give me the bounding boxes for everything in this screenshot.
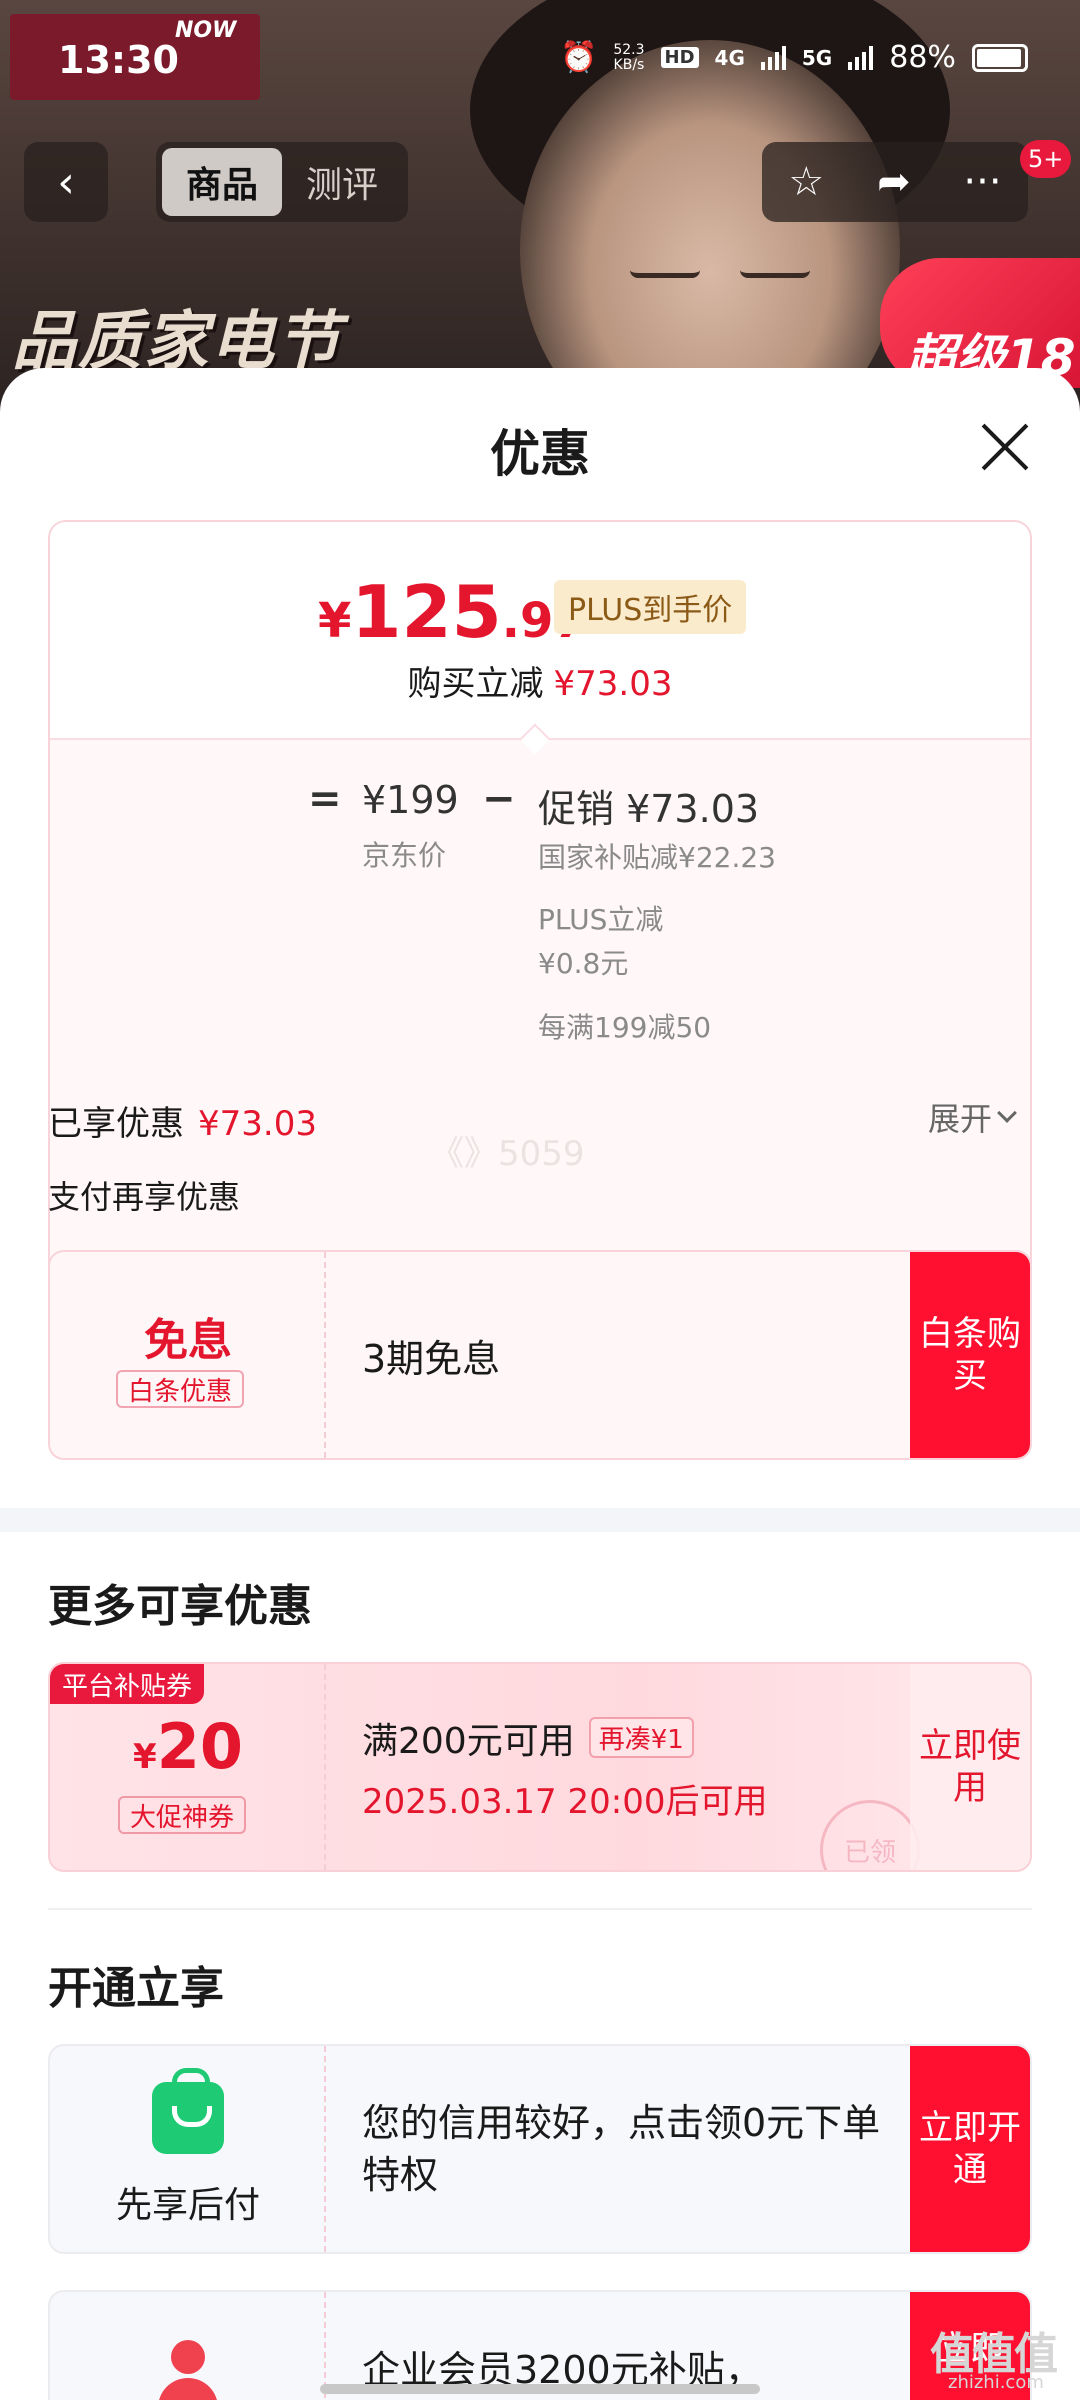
- baitiao-tag: 白条优惠: [116, 1370, 245, 1408]
- jd-price: ¥199: [362, 778, 459, 822]
- network-speed: 52.3 KB/s: [613, 41, 645, 73]
- coupon-corner-label: 平台补贴券: [50, 1664, 205, 1704]
- open-to-enjoy-title: 开通立享: [48, 1963, 224, 2014]
- price-summary: ¥ 125 .97 PLUS到手价 购买立减 ¥73.03: [50, 522, 1030, 738]
- baitiao-interest-free-card[interactable]: 免息 白条优惠 3期免息 白条购买: [48, 1250, 1032, 1460]
- chevron-left-icon: ‹: [57, 156, 75, 208]
- status-bar: 13:30 ⏰ 52.3 KB/s HD 4G 5G 88%: [0, 0, 1080, 120]
- jd-price-label: 京东价: [362, 839, 447, 872]
- share-icon[interactable]: ➦: [877, 159, 911, 205]
- signal-icon: [760, 45, 786, 70]
- installment-text: 3期免息: [362, 1336, 501, 1381]
- close-icon[interactable]: [980, 422, 1030, 472]
- interest-free-title: 免息: [144, 1315, 232, 1366]
- section-divider: [0, 1508, 1080, 1532]
- product-tabs: 商品 测评: [156, 142, 408, 222]
- message-badge: 5+: [1020, 140, 1072, 178]
- pay-more-label: 支付再享优惠: [48, 1178, 241, 1216]
- final-price: ¥ 125 .97: [318, 570, 587, 654]
- enjoyed-label: 已享优惠: [48, 1104, 184, 1144]
- hd-icon: HD: [660, 47, 699, 68]
- expand-label: 展开: [928, 1100, 993, 1138]
- enterprise-left-panel: [50, 2292, 326, 2400]
- chevron-down-icon: [997, 1103, 1017, 1123]
- coupon-threshold: 满200元可用: [362, 1720, 575, 1762]
- person-icon: [158, 2340, 218, 2400]
- pay-later-label: 先享后付: [115, 2185, 260, 2226]
- pay-later-description: 您的信用较好，点击领0元下单特权: [362, 2046, 882, 2252]
- signal-icon: [848, 45, 874, 70]
- enjoyed-discount: 已享优惠 ¥73.03: [48, 1096, 317, 1145]
- more-icon[interactable]: ···: [963, 159, 1001, 205]
- more-discounts-title: 更多可享优惠: [48, 1581, 312, 1632]
- status-time: 13:30: [58, 38, 179, 82]
- use-coupon-button[interactable]: 立即使用: [910, 1664, 1030, 1870]
- baitiao-buy-button[interactable]: 白条购买: [910, 1252, 1030, 1458]
- platform-coupon-card[interactable]: 平台补贴券 ¥20 大促神券 满200元可用 再凑¥1 2025.03.17 20…: [48, 1662, 1032, 1872]
- divider-line: [48, 1908, 1032, 1910]
- banner-model-eye: [740, 270, 810, 278]
- network-4g-label: 4G: [714, 45, 745, 70]
- promotion-detail: PLUS立减: [538, 903, 664, 936]
- site-watermark-url: zhizhi.com: [948, 2372, 1044, 2393]
- coupon-tag: 大促神券: [118, 1796, 247, 1834]
- status-icons: ⏰ 52.3 KB/s HD 4G 5G 88%: [560, 40, 1028, 75]
- battery-percent: 88%: [889, 40, 956, 75]
- nav-actions: ☆ ➦ ···: [762, 142, 1028, 222]
- favorite-star-icon[interactable]: ☆: [788, 159, 824, 205]
- sheet-title: 优惠: [490, 425, 590, 483]
- back-button[interactable]: ‹: [24, 142, 108, 222]
- equals-sign: =: [308, 776, 342, 822]
- battery-icon: [971, 43, 1028, 72]
- coupon-valid-time: 2025.03.17 20:00后可用: [362, 1781, 768, 1822]
- tab-review[interactable]: 测评: [282, 148, 402, 216]
- shopping-bag-icon: [152, 2068, 224, 2154]
- claimed-stamp: 已领: [820, 1800, 920, 1870]
- promotion-detail: 每满199减50: [538, 1011, 712, 1044]
- minus-sign: −: [482, 776, 516, 822]
- network-speed-unit: KB/s: [613, 56, 645, 73]
- plus-price-tag: PLUS到手价: [554, 580, 747, 634]
- coupon-add-on-tag: 再凑¥1: [588, 1717, 694, 1758]
- final-price-integer: 125: [351, 570, 502, 654]
- coupon-amount: ¥20: [50, 1710, 326, 1783]
- pay-later-text: 您的信用较好，点击领0元下单特权: [362, 2101, 881, 2197]
- coupon-value: 20: [156, 1710, 243, 1783]
- card-left-panel: 免息 白条优惠: [50, 1252, 326, 1458]
- coupon-condition: 满200元可用 再凑¥1: [362, 1712, 767, 1764]
- open-now-button[interactable]: 立即开通: [910, 2046, 1030, 2252]
- alarm-icon: ⏰: [560, 40, 598, 75]
- reduction-value: ¥73.03: [553, 664, 673, 704]
- network-5g-label: 5G: [801, 45, 833, 70]
- watermark: 《》5059: [430, 1134, 585, 1174]
- purchase-reduction: 购买立减 ¥73.03: [50, 656, 1030, 705]
- home-indicator[interactable]: [320, 2384, 760, 2394]
- promotion-detail: ¥0.8元: [538, 947, 629, 980]
- network-speed-value: 52.3: [613, 41, 645, 58]
- coupon-currency: ¥: [133, 1737, 157, 1777]
- coupon-description: 满200元可用 再凑¥1 2025.03.17 20:00后可用: [362, 1664, 767, 1870]
- final-price-currency: ¥: [318, 593, 352, 649]
- coupon-left-panel: 平台补贴券 ¥20 大促神券: [50, 1664, 326, 1870]
- reduction-label: 购买立减: [407, 664, 544, 704]
- card-description: 3期免息: [362, 1252, 500, 1458]
- expand-toggle[interactable]: 展开: [928, 1094, 1017, 1140]
- promotion-total: 促销 ¥73.03: [538, 787, 760, 831]
- pay-later-left-panel: 先享后付: [50, 2046, 326, 2252]
- tab-product[interactable]: 商品: [162, 148, 282, 216]
- banner-model-eye: [630, 270, 700, 278]
- promotion-detail: 国家补贴减¥22.23: [538, 841, 776, 874]
- pay-later-card[interactable]: 先享后付 您的信用较好，点击领0元下单特权 立即开通: [48, 2044, 1032, 2254]
- enjoyed-value: ¥73.03: [198, 1104, 317, 1144]
